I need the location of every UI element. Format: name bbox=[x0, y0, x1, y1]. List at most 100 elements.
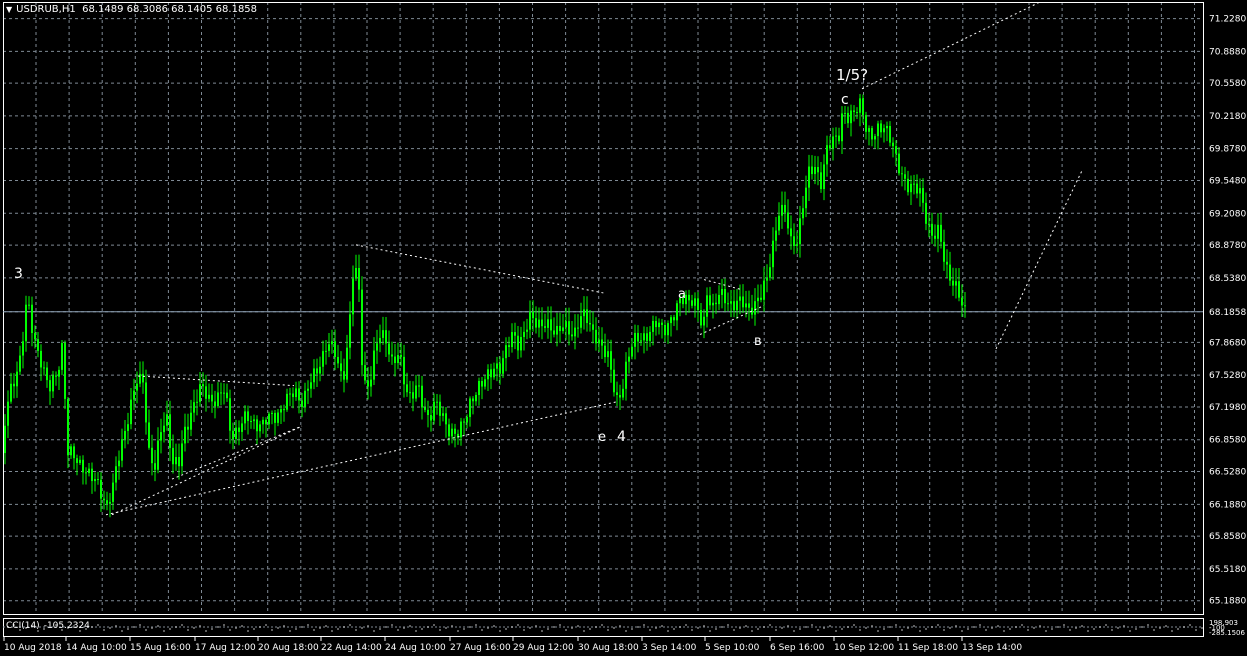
candle-body bbox=[535, 318, 537, 328]
candle-body bbox=[256, 419, 258, 432]
candle-body bbox=[190, 412, 192, 430]
candle-body bbox=[46, 367, 48, 381]
candle-body bbox=[748, 303, 750, 308]
candle-body bbox=[529, 311, 531, 330]
candle-body bbox=[250, 420, 252, 422]
candle-body bbox=[100, 479, 102, 499]
candle-body bbox=[604, 345, 606, 358]
candle-body bbox=[826, 145, 828, 165]
candle-body bbox=[547, 319, 549, 328]
candle-body bbox=[55, 375, 57, 377]
x-tick-label: 11 Sep 18:00 bbox=[898, 643, 958, 653]
candle-body bbox=[802, 208, 804, 219]
candle-body bbox=[7, 401, 9, 426]
candle-body bbox=[769, 267, 771, 278]
candle-body bbox=[790, 228, 792, 237]
candle-body bbox=[295, 388, 297, 398]
candle-body bbox=[625, 361, 627, 389]
y-tick-label: 67.1980 bbox=[1209, 403, 1246, 413]
candle-body bbox=[427, 409, 429, 416]
candle-body bbox=[580, 316, 582, 328]
candle-body bbox=[199, 384, 201, 402]
candle-body bbox=[403, 356, 405, 385]
candle-body bbox=[889, 125, 891, 143]
y-tick-label: 69.2080 bbox=[1209, 209, 1246, 219]
candle-body bbox=[229, 398, 231, 431]
candle-body bbox=[703, 316, 705, 326]
candle-body bbox=[343, 371, 345, 380]
candle-body bbox=[214, 401, 216, 407]
candle-body bbox=[136, 383, 138, 391]
candle-body bbox=[784, 204, 786, 213]
candle-body bbox=[415, 385, 417, 399]
candle-body bbox=[961, 297, 963, 306]
candle-body bbox=[202, 384, 204, 387]
candle-body bbox=[637, 332, 639, 342]
candle-body bbox=[445, 413, 447, 425]
candle-body bbox=[823, 164, 825, 190]
candle-body bbox=[379, 337, 381, 344]
candle-body bbox=[841, 113, 843, 142]
candle-body bbox=[712, 302, 714, 306]
candle-body bbox=[211, 394, 213, 402]
wave-label: c bbox=[841, 92, 849, 108]
candle-body bbox=[40, 350, 42, 368]
y-tick-label: 68.8780 bbox=[1209, 241, 1246, 251]
candle-body bbox=[844, 112, 846, 114]
candle-body bbox=[619, 395, 621, 398]
candle-body bbox=[70, 446, 72, 456]
candle-body bbox=[766, 277, 768, 281]
candle-body bbox=[34, 333, 36, 340]
candle-body bbox=[517, 335, 519, 351]
cci-scale-label: -285.1506 bbox=[1209, 629, 1245, 637]
dropdown-triangle-icon[interactable]: ▼ bbox=[6, 5, 12, 14]
y-tick-label: 67.8680 bbox=[1209, 338, 1246, 348]
candle-body bbox=[466, 417, 468, 423]
candle-body bbox=[196, 401, 198, 403]
candle-body bbox=[901, 173, 903, 175]
candle-body bbox=[553, 330, 555, 335]
candle-body bbox=[316, 368, 318, 374]
candle-body bbox=[541, 319, 543, 327]
candle-body bbox=[655, 321, 657, 328]
candle-body bbox=[937, 224, 939, 239]
candle-body bbox=[376, 343, 378, 351]
candle-body bbox=[112, 482, 114, 502]
candle-body bbox=[562, 327, 564, 332]
candle-body bbox=[322, 351, 324, 367]
candle-body bbox=[727, 303, 729, 305]
candle-body bbox=[349, 314, 351, 348]
chart-grid bbox=[3, 2, 1203, 614]
candle-body bbox=[292, 393, 294, 398]
candle-body bbox=[223, 392, 225, 394]
candle-body bbox=[733, 301, 735, 311]
candle-body bbox=[148, 422, 150, 448]
candle-body bbox=[925, 202, 927, 224]
y-tick-label: 65.5180 bbox=[1209, 565, 1246, 575]
candle-body bbox=[928, 223, 930, 225]
candle-body bbox=[907, 178, 909, 193]
price-chart[interactable]: 71.2280 70.8880 70.5580 70.2180 69.8780 69.54… bbox=[0, 0, 1247, 656]
candle-body bbox=[760, 297, 762, 300]
candle-body bbox=[373, 350, 375, 380]
x-tick-label: 13 Sep 14:00 bbox=[962, 643, 1022, 653]
candle-body bbox=[364, 365, 366, 381]
candle-body bbox=[28, 304, 30, 306]
x-tick-label: 29 Aug 12:00 bbox=[513, 643, 574, 653]
y-tick-label: 66.5280 bbox=[1209, 468, 1246, 478]
candle-body bbox=[22, 341, 24, 356]
candle-body bbox=[895, 146, 897, 154]
y-tick-label: 69.8780 bbox=[1209, 145, 1246, 155]
candle-body bbox=[397, 354, 399, 364]
candle-body bbox=[523, 331, 525, 338]
candle-body bbox=[169, 414, 171, 448]
trendlines bbox=[105, 1, 1083, 516]
candle-body bbox=[898, 153, 900, 174]
x-tick-label: 10 Sep 12:00 bbox=[834, 643, 894, 653]
candle-body bbox=[10, 383, 12, 402]
candle-body bbox=[862, 98, 864, 116]
candle-body bbox=[724, 288, 726, 304]
candle-body bbox=[550, 319, 552, 331]
candle-body bbox=[532, 311, 534, 319]
candle-body bbox=[931, 223, 933, 236]
